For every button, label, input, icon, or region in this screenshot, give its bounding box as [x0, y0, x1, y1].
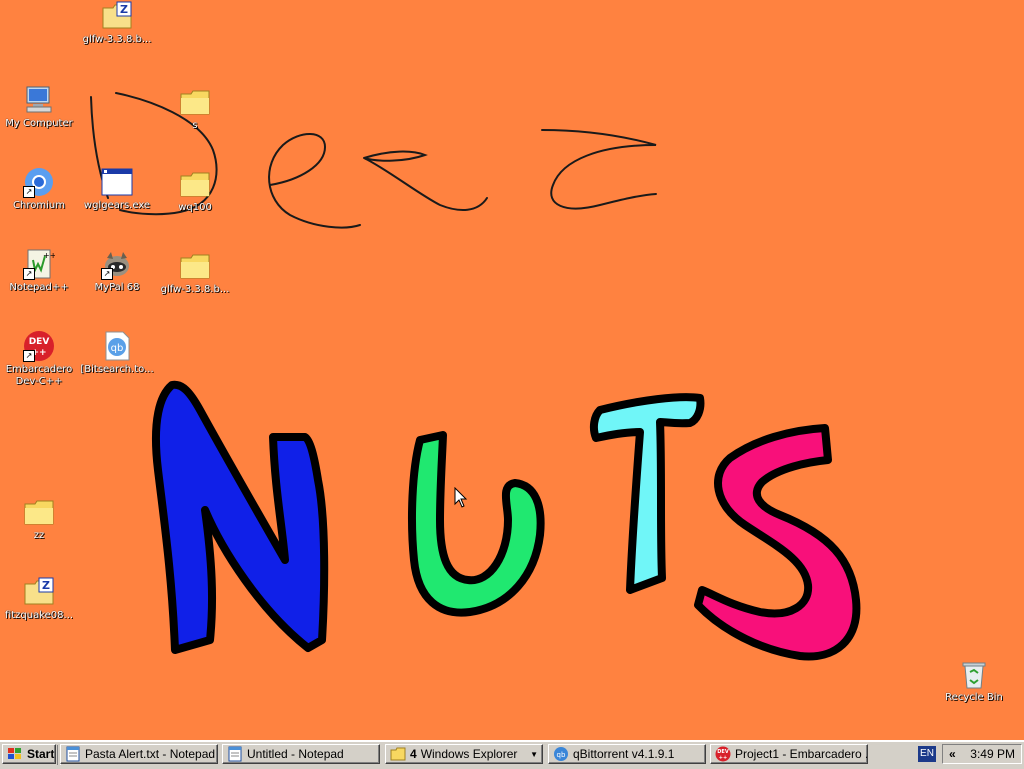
taskbar-button-label: Project1 - Embarcadero ... — [735, 747, 868, 761]
start-label: Start — [27, 747, 55, 761]
raccoon-icon: ↗ — [101, 248, 133, 280]
taskbar-button-label: Untitled - Notepad — [247, 747, 344, 761]
dev-cpp-icon: DEV ++ ↗ — [23, 330, 55, 362]
system-tray: « 3:49 PM — [942, 744, 1022, 764]
letter-s — [694, 424, 861, 661]
shortcut-arrow-icon: ↗ — [23, 268, 35, 280]
desktop-icon-bitsearch[interactable]: qb [Bitsearch.to... — [79, 330, 155, 376]
icon-label: wq100 — [178, 202, 212, 213]
desktop-icon-glfw-folder[interactable]: glfw-3.3.8.b... — [157, 250, 233, 296]
icon-label: s — [192, 120, 198, 131]
folder-icon — [179, 86, 211, 118]
letter-n — [152, 380, 329, 654]
desktop-icon-wglgears[interactable]: wglgears.exe — [79, 166, 155, 212]
folder-icon — [179, 168, 211, 200]
icon-label: [Bitsearch.to... — [80, 364, 154, 375]
svg-text:++: ++ — [43, 251, 55, 260]
chevron-down-icon: ▼ — [530, 749, 538, 759]
taskbar-button-label: Windows Explorer — [420, 747, 518, 761]
desktop-icon-chromium[interactable]: ↗ Chromium — [1, 166, 77, 212]
desktop-icon-devcpp[interactable]: DEV ++ ↗ Embarcadero Dev-C++ — [1, 330, 77, 388]
taskbar: Start Pasta Alert.txt - Notepad Untitled… — [0, 740, 1024, 769]
shortcut-arrow-icon: ↗ — [23, 350, 35, 362]
desktop-icon-wq100[interactable]: wq100 — [157, 168, 233, 214]
folder-icon — [390, 747, 406, 761]
svg-text:Z: Z — [120, 3, 128, 16]
desktop-icon-my-computer[interactable]: My Computer — [1, 84, 77, 130]
zip-folder-icon: Z — [23, 576, 55, 608]
letter-u — [408, 431, 545, 617]
desktop-icon-recycle-bin[interactable]: Recycle Bin — [936, 658, 1012, 704]
notepad-icon — [228, 746, 242, 762]
icon-label: Chromium — [13, 200, 65, 211]
taskbar-button-pasta-alert[interactable]: Pasta Alert.txt - Notepad — [60, 744, 218, 764]
recycle-bin-icon — [958, 658, 990, 690]
taskbar-button-project1-embarcadero[interactable]: DEV ++ Project1 - Embarcadero ... — [710, 744, 868, 764]
taskbar-group-count: 4 — [410, 747, 417, 761]
clock[interactable]: 3:49 PM — [970, 747, 1015, 761]
taskbar-button-qbittorrent[interactable]: qb qBittorrent v4.1.9.1 — [548, 744, 706, 764]
taskbar-group-windows-explorer[interactable]: 4 Windows Explorer ▼ — [385, 744, 543, 764]
desktop-icon-glfw-zip[interactable]: Z glfw-3.3.8.b... — [79, 0, 155, 46]
icon-label: glfw-3.3.8.b... — [160, 284, 230, 295]
icon-label: Embarcadero Dev-C++ — [5, 364, 73, 387]
dev-badge-text: DEV — [29, 337, 50, 347]
icon-label: zz — [33, 530, 45, 541]
letter-t — [589, 393, 705, 594]
qbittorrent-file-icon: qb — [101, 330, 133, 362]
start-button[interactable]: Start — [2, 744, 56, 764]
qbittorrent-icon: qb — [554, 747, 568, 761]
svg-text:qb: qb — [557, 751, 566, 759]
svg-text:++: ++ — [719, 755, 727, 761]
shortcut-arrow-icon: ↗ — [101, 268, 113, 280]
dev-cpp-icon: DEV++ — [715, 746, 731, 762]
svg-text:Z: Z — [42, 579, 50, 592]
computer-icon — [23, 84, 55, 116]
taskbar-button-label: qBittorrent v4.1.9.1 — [573, 747, 675, 761]
chromium-icon: ↗ — [23, 166, 55, 198]
notepad-plus-icon: ++ ↗ — [23, 248, 55, 280]
tray-expand-button[interactable]: « — [949, 747, 956, 761]
mouse-cursor-icon — [454, 487, 468, 508]
shortcut-arrow-icon: ↗ — [23, 186, 35, 198]
desktop[interactable]: Z glfw-3.3.8.b... My Computer s ↗ Chromi… — [0, 0, 1024, 740]
desktop-icon-fitzquake[interactable]: Z fitzquake08... — [1, 576, 77, 622]
window-app-icon — [101, 166, 133, 198]
qb-badge-text: qb — [111, 343, 124, 354]
icon-label: Recycle Bin — [945, 692, 1003, 703]
icon-label: fitzquake08... — [4, 610, 74, 621]
icon-label: Notepad++ — [9, 282, 69, 293]
windows-logo-icon — [8, 748, 21, 759]
taskbar-button-untitled-notepad[interactable]: Untitled - Notepad — [222, 744, 380, 764]
zip-folder-icon: Z — [101, 0, 133, 32]
icon-label: MyPal 68 — [94, 282, 140, 293]
folder-icon — [179, 250, 211, 282]
notepad-icon — [66, 746, 80, 762]
taskbar-button-label: Pasta Alert.txt - Notepad — [85, 747, 216, 761]
icon-label: wglgears.exe — [83, 200, 151, 211]
desktop-icon-folder-s[interactable]: s — [157, 86, 233, 132]
folder-icon — [23, 496, 55, 528]
icon-label: My Computer — [5, 118, 73, 129]
language-indicator[interactable]: EN — [918, 746, 936, 762]
desktop-icon-notepadpp[interactable]: ++ ↗ Notepad++ — [1, 248, 77, 294]
desktop-icon-mypal[interactable]: ↗ MyPal 68 — [79, 248, 155, 294]
icon-label: glfw-3.3.8.b... — [82, 34, 152, 45]
desktop-icon-zz[interactable]: zz — [1, 496, 77, 542]
